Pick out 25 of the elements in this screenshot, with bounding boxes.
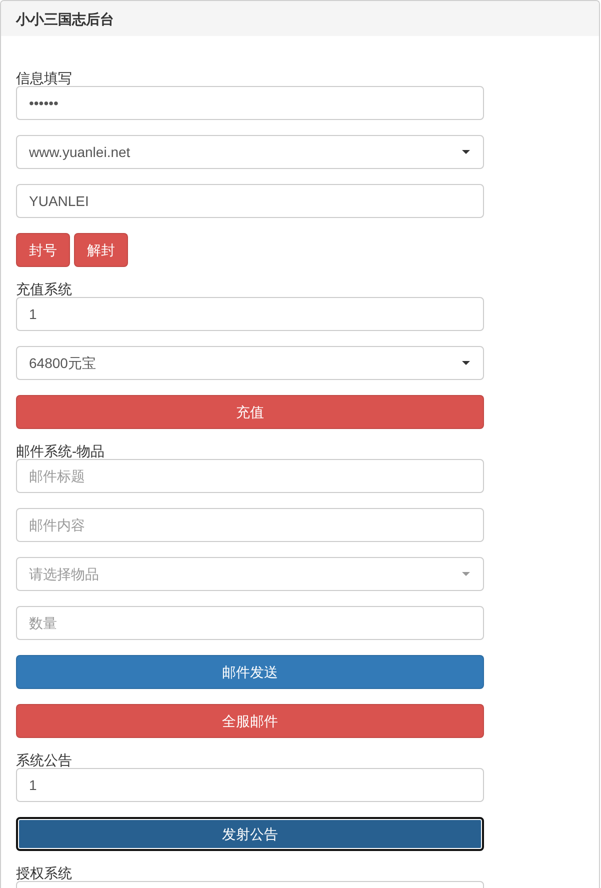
- section-label: 授权系统: [16, 865, 72, 881]
- panel-title: 小小三国志后台: [16, 10, 114, 26]
- section-label: 邮件系统-物品: [16, 443, 105, 459]
- action-button[interactable]: 充值: [16, 395, 484, 429]
- caret-icon: [462, 572, 470, 576]
- caret-icon: [462, 361, 470, 365]
- section-label: 充值系统: [16, 281, 72, 297]
- action-button[interactable]: 解封: [74, 233, 128, 267]
- dropdown[interactable]: 64800元宝: [16, 346, 484, 380]
- action-button[interactable]: 全服邮件: [16, 704, 484, 738]
- section-label: 系统公告: [16, 752, 72, 768]
- caret-icon: [462, 150, 470, 154]
- action-button[interactable]: 发射公告: [16, 817, 484, 851]
- input-field[interactable]: 邮件标题: [16, 459, 484, 493]
- dropdown[interactable]: 请选择物品: [16, 557, 484, 591]
- section-label: 信息填写: [16, 70, 72, 86]
- action-button[interactable]: 封号: [16, 233, 70, 267]
- dropdown[interactable]: www.yuanlei.net: [16, 135, 484, 169]
- input-field[interactable]: 数量: [16, 606, 484, 640]
- input-field[interactable]: 1: [16, 768, 484, 802]
- input-field[interactable]: 邮件内容: [16, 508, 484, 542]
- password-field[interactable]: ••••••: [16, 86, 484, 120]
- input-field[interactable]: 1: [16, 297, 484, 331]
- action-button[interactable]: 邮件发送: [16, 655, 484, 689]
- input-field[interactable]: YUANLEI: [16, 184, 484, 218]
